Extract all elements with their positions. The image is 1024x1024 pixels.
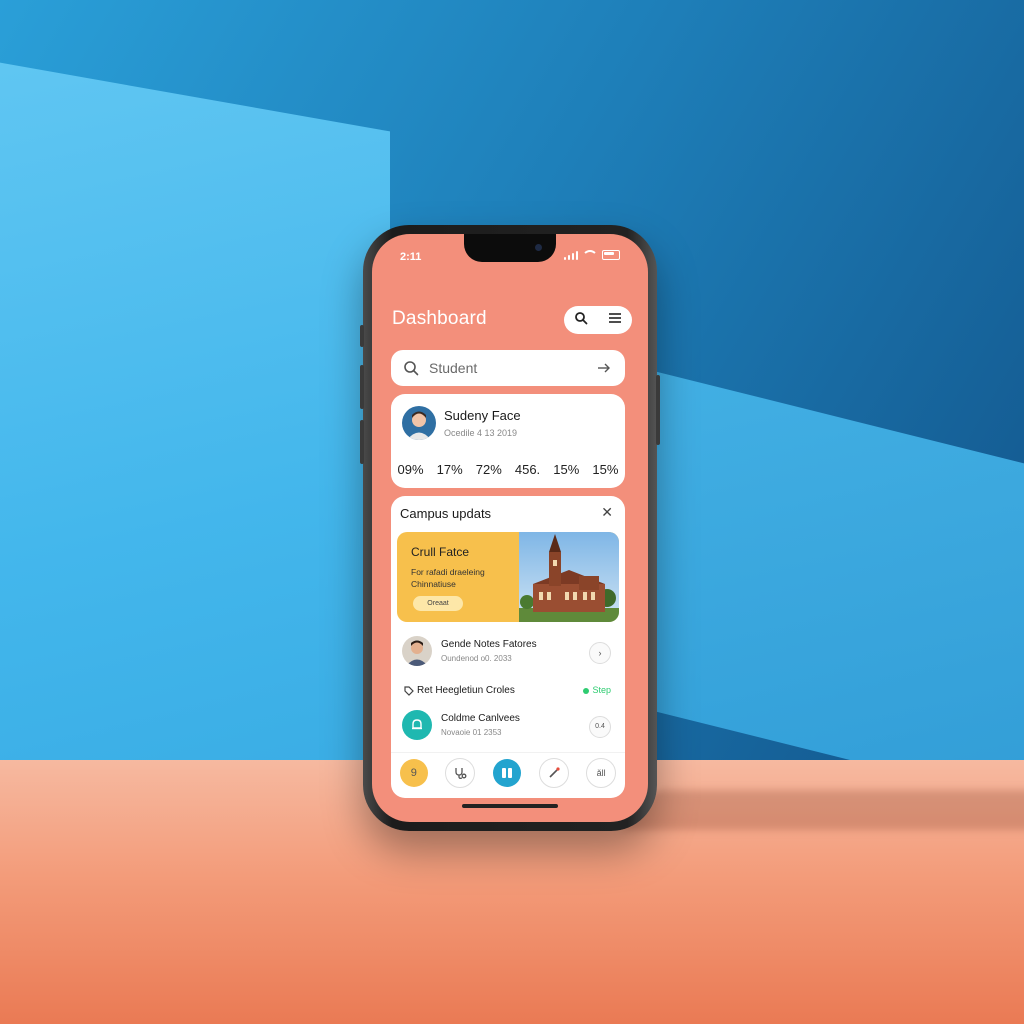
- tag-icon: [404, 686, 414, 696]
- list-item[interactable]: Coldme Canlvees Novaoie 01 2353 0.4: [391, 708, 625, 744]
- nav-edit-button[interactable]: [538, 758, 569, 788]
- nav-book-button[interactable]: [492, 759, 521, 787]
- mute-switch: [360, 325, 364, 347]
- page-title: Dashboard: [392, 308, 487, 329]
- profile-card[interactable]: Sudeny Face Ocedile 4 13 2019 09% 17% 72…: [391, 394, 625, 488]
- arrow-right-icon[interactable]: [597, 362, 611, 374]
- item-title: Ret Heegletiun Croles: [417, 685, 515, 696]
- bell-icon: [402, 710, 432, 740]
- action-button[interactable]: 0.4: [589, 716, 611, 738]
- stat-value: 15%: [553, 462, 580, 477]
- search-icon: [575, 311, 588, 324]
- chevron-right-button[interactable]: ›: [589, 642, 611, 664]
- volume-down-button: [360, 420, 364, 464]
- feature-description: For rafadi draeleing Chinnatiuse: [411, 567, 485, 589]
- phone-screen: 2:11 Dashboard Student Sudeny Face Ocedi…: [372, 234, 648, 822]
- signal-icon: [563, 251, 578, 260]
- updates-title: Campus updats: [400, 506, 492, 521]
- close-button[interactable]: ✕: [601, 504, 613, 521]
- feature-title: Crull Fatce: [411, 545, 470, 559]
- nav-home-button[interactable]: 9: [399, 759, 428, 787]
- profile-stats: 09% 17% 72% 456. 15% 15%: [391, 462, 625, 477]
- home-indicator[interactable]: [462, 804, 558, 808]
- campus-updates-card: Campus updats ✕ Crull Fatce For rafadi d…: [391, 496, 625, 798]
- phone-frame: 2:11 Dashboard Student Sudeny Face Ocedi…: [360, 225, 660, 831]
- feature-button[interactable]: Oreaat: [413, 596, 463, 611]
- book-icon: [501, 768, 512, 778]
- status-badge: Step: [583, 685, 611, 695]
- profile-name: Sudeny Face: [444, 408, 521, 423]
- stethoscope-icon: [455, 768, 467, 779]
- campus-building-image: [519, 532, 619, 622]
- stat-value: 09%: [397, 462, 424, 477]
- front-camera: [535, 244, 542, 251]
- item-subtitle: Novaoie 01 2353: [441, 728, 502, 737]
- featured-update[interactable]: Crull Fatce For rafadi draeleing Chinnat…: [397, 532, 619, 622]
- pencil-icon: [549, 767, 560, 778]
- menu-button[interactable]: [608, 311, 622, 329]
- phone-shadow: [623, 790, 1024, 830]
- wifi-icon: [582, 250, 598, 260]
- search-icon: [404, 361, 419, 376]
- nav-stethoscope-button[interactable]: [445, 758, 476, 788]
- item-title: Coldme Canlvees: [441, 713, 520, 724]
- header-actions: [564, 306, 632, 334]
- search-text: Student: [429, 360, 478, 376]
- stat-value: 72%: [475, 462, 502, 477]
- avatar: [402, 406, 436, 440]
- power-button: [656, 375, 660, 445]
- profile-subtitle: Ocedile 4 13 2019: [444, 428, 518, 438]
- volume-up-button: [360, 365, 364, 409]
- nav-label: 9: [410, 767, 417, 779]
- list-item[interactable]: Ret Heegletiun Croles Step: [391, 683, 625, 699]
- person-avatar-icon: [402, 406, 436, 440]
- battery-icon: [602, 250, 620, 260]
- stat-value: 15%: [592, 462, 619, 477]
- avatar: [402, 636, 432, 666]
- status-icons: [563, 250, 620, 260]
- search-button[interactable]: [574, 311, 588, 330]
- item-title: Gende Notes Fatores: [441, 639, 537, 650]
- stat-value: 456.: [514, 462, 541, 477]
- status-dot-icon: [583, 687, 590, 694]
- light-beam: [0, 48, 390, 832]
- stat-value: 17%: [436, 462, 463, 477]
- search-input[interactable]: Student: [391, 350, 625, 386]
- status-time: 2:11: [400, 251, 422, 263]
- list-item[interactable]: Gende Notes Fatores Oundenod o0. 2033 ›: [391, 634, 625, 670]
- bottom-nav: 9 ǎll: [391, 752, 625, 793]
- menu-icon: [609, 313, 621, 323]
- item-subtitle: Oundenod o0. 2033: [441, 654, 512, 663]
- nav-more-button[interactable]: ǎll: [586, 758, 617, 788]
- person-avatar-icon: [402, 636, 432, 666]
- status-badge-text: Step: [592, 685, 611, 695]
- nav-label: ǎll: [596, 768, 606, 778]
- notch: [464, 234, 556, 262]
